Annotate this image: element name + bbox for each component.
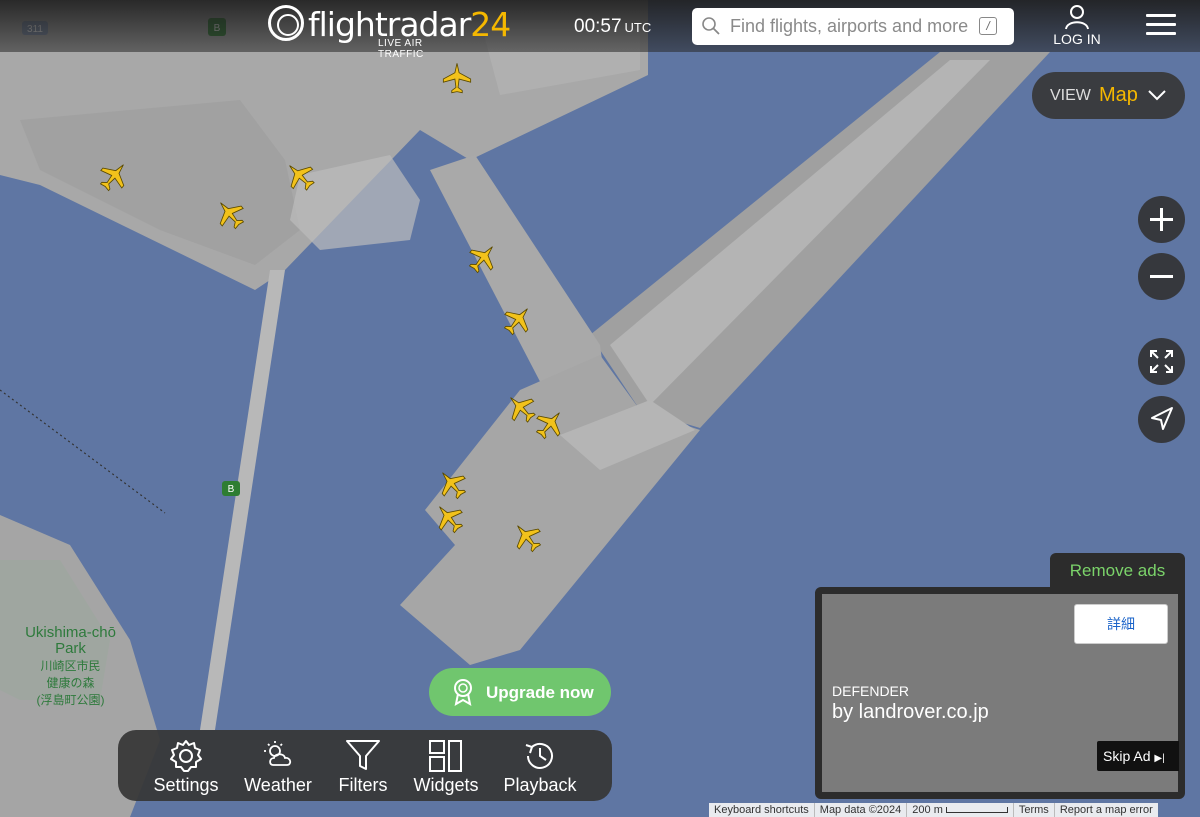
settings-label: Settings [153, 775, 219, 795]
view-key: VIEW [1050, 87, 1091, 104]
ad-detail-button[interactable]: 詳細 [1074, 604, 1168, 644]
playback-button[interactable]: Playback [498, 730, 582, 801]
ad-advertiser: by landrover.co.jp [832, 701, 989, 723]
locate-me-button[interactable] [1138, 396, 1185, 443]
plus-icon [1150, 208, 1173, 231]
search-box[interactable]: / [692, 8, 1014, 45]
logo-tagline: LIVE AIR TRAFFIC [378, 38, 424, 60]
map-data-credit: Map data ©2024 [813, 803, 907, 817]
map-scale-bar [945, 807, 1008, 814]
fullscreen-button[interactable] [1138, 338, 1185, 385]
skip-ad-label: Skip Ad [1103, 748, 1151, 764]
park-name-en-1: Ukishima-chō [25, 624, 116, 641]
award-ribbon-icon [454, 679, 472, 706]
park-name-jp-2: 健康の森 [46, 676, 95, 690]
remove-ads-button[interactable]: Remove ads [1050, 553, 1185, 589]
zoom-in-button[interactable] [1138, 196, 1185, 243]
search-input[interactable] [730, 12, 970, 41]
hamburger-menu-icon[interactable] [1146, 14, 1176, 38]
radar-logo-icon [268, 5, 304, 41]
view-value: Map [1099, 84, 1138, 106]
playback-label: Playback [503, 775, 577, 795]
widgets-label: Widgets [413, 775, 479, 795]
road-badge-b-bridge: B [228, 484, 235, 495]
keyboard-shortcuts-link[interactable]: Keyboard shortcuts [709, 803, 814, 817]
clock-timezone: UTC [624, 20, 652, 35]
logo[interactable]: flightradar24 LIVE AIR TRAFFIC [268, 4, 511, 60]
settings-button[interactable]: Settings [146, 730, 226, 801]
gear-icon [170, 740, 202, 772]
terms-link[interactable]: Terms [1012, 803, 1054, 817]
map-scale: 200 m [906, 803, 1013, 817]
park-name-jp-3: (浮島町公園) [36, 693, 105, 707]
widgets-button[interactable]: Widgets [406, 730, 486, 801]
filter-icon [346, 740, 380, 770]
weather-label: Weather [244, 775, 312, 795]
map-scale-label: 200 m [912, 804, 943, 816]
upgrade-label: Upgrade now [486, 683, 594, 702]
park-name-en-2: Park [55, 640, 86, 657]
minus-icon [1150, 275, 1173, 278]
user-icon [1065, 5, 1089, 30]
navigation-arrow-icon [1151, 407, 1173, 430]
login-label: LOG IN [1053, 31, 1101, 47]
weather-icon [264, 741, 292, 766]
weather-button[interactable]: Weather [237, 730, 319, 801]
search-icon [702, 17, 720, 35]
widgets-icon [429, 740, 462, 772]
map-attribution-bar: Keyboard shortcuts Map data ©2024 200 m … [709, 803, 1158, 817]
skip-next-icon: ▶| [1154, 753, 1165, 764]
ad-brand: DEFENDER [832, 683, 910, 699]
filters-label: Filters [338, 775, 388, 795]
view-selector[interactable]: VIEW Map [1032, 72, 1185, 119]
login-button[interactable]: LOG IN [1050, 4, 1104, 48]
history-icon [525, 742, 553, 769]
search-shortcut-key: / [979, 17, 997, 35]
top-bar: flightradar24 LIVE AIR TRAFFIC 00:57 UTC … [0, 0, 1200, 60]
bottom-toolbar: Settings Weather Filters Widgets Playbac… [118, 730, 612, 801]
zoom-out-button[interactable] [1138, 253, 1185, 300]
chevron-down-icon [1148, 90, 1166, 101]
ad-creative[interactable]: 詳細 DEFENDER by landrover.co.jp Skip Ad ▶… [822, 594, 1179, 792]
report-map-error-link[interactable]: Report a map error [1053, 803, 1158, 817]
ad-panel: 詳細 DEFENDER by landrover.co.jp Skip Ad ▶… [815, 587, 1185, 799]
skip-ad-button[interactable]: Skip Ad ▶| [1097, 741, 1179, 771]
utc-clock: 00:57 UTC [574, 16, 651, 38]
clock-time: 00:57 [574, 16, 622, 37]
upgrade-button[interactable]: Upgrade now [429, 668, 611, 716]
expand-icon [1150, 350, 1173, 373]
logo-number: 24 [470, 5, 511, 44]
map-label-park: Ukishima-chō Park 川崎区市民 健康の森 (浮島町公園) [8, 624, 133, 708]
park-name-jp-1: 川崎区市民 [40, 659, 101, 673]
filters-button[interactable]: Filters [330, 730, 396, 801]
